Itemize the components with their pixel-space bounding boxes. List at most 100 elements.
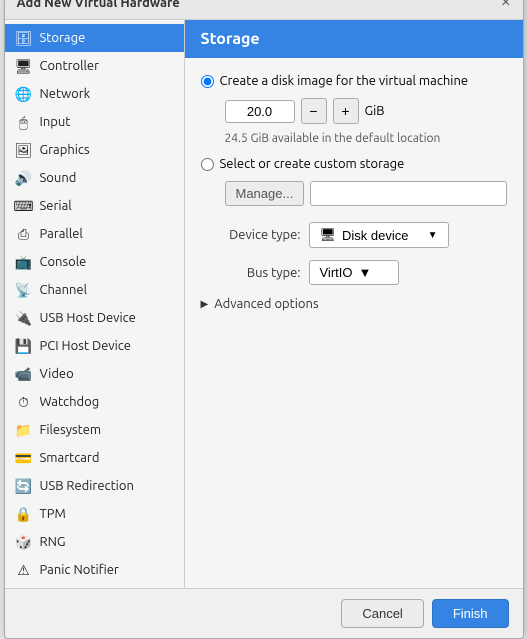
radio-custom-row: Select or create custom storage: [201, 157, 507, 171]
sidebar-item-console[interactable]: 📺 Console: [5, 248, 184, 276]
sidebar-icon-tpm: 🔒: [15, 505, 33, 523]
sidebar: 🗄 Storage 🖥 Controller 🌐 Network 🖱 Input…: [5, 20, 185, 588]
advanced-options-row[interactable]: ▶ Advanced options: [201, 297, 507, 311]
advanced-chevron-icon: ▶: [201, 298, 209, 310]
sidebar-item-controller[interactable]: 🖥 Controller: [5, 52, 184, 80]
device-type-icon: 🖥: [320, 227, 337, 243]
sidebar-item-graphics[interactable]: 🖼 Graphics: [5, 136, 184, 164]
sidebar-icon-serial: ⌨: [15, 197, 33, 215]
sidebar-icon-console: 📺: [15, 253, 33, 271]
sidebar-item-network[interactable]: 🌐 Network: [5, 80, 184, 108]
sidebar-label-sound: Sound: [40, 171, 77, 185]
sidebar-item-watchdog[interactable]: ⏱ Watchdog: [5, 388, 184, 416]
bus-type-row: Bus type: VirtIO ▼: [201, 260, 507, 285]
sidebar-label-parallel: Parallel: [40, 227, 83, 241]
finish-button[interactable]: Finish: [432, 599, 509, 628]
sidebar-icon-parallel: ⎙: [15, 225, 33, 243]
bus-type-label: Bus type:: [201, 266, 301, 280]
manage-path-input[interactable]: [310, 181, 506, 206]
sidebar-item-sound[interactable]: 🔊 Sound: [5, 164, 184, 192]
device-type-arrow-icon: ▼: [428, 230, 438, 241]
sidebar-icon-usb-redir: 🔄: [15, 477, 33, 495]
sidebar-icon-graphics: 🖼: [15, 141, 33, 159]
sidebar-item-video[interactable]: 📹 Video: [5, 360, 184, 388]
radio-disk-image[interactable]: [201, 75, 214, 88]
dialog: Add New Virtual Hardware × 🗄 Storage 🖥 C…: [4, 0, 524, 639]
sidebar-icon-usb-host: 🔌: [15, 309, 33, 327]
sidebar-icon-sound: 🔊: [15, 169, 33, 187]
sidebar-icon-video: 📹: [15, 365, 33, 383]
title-bar: Add New Virtual Hardware ×: [5, 0, 523, 20]
radio-custom-label: Select or create custom storage: [220, 157, 405, 171]
device-type-value: Disk device: [342, 228, 408, 243]
sidebar-label-channel: Channel: [40, 283, 88, 297]
bus-type-select[interactable]: VirtIO ▼: [309, 260, 399, 285]
sidebar-label-network: Network: [40, 87, 91, 101]
sidebar-label-panic: Panic Notifier: [40, 563, 119, 577]
sidebar-item-panic[interactable]: ⚠ Panic Notifier: [5, 556, 184, 584]
sidebar-icon-rng: 🎲: [15, 533, 33, 551]
sidebar-label-controller: Controller: [40, 59, 100, 73]
available-text: 24.5 GiB available in the default locati…: [225, 132, 507, 145]
sidebar-icon-storage: 🗄: [15, 29, 33, 47]
sidebar-label-usb-redir: USB Redirection: [40, 479, 134, 493]
bus-type-arrow-icon: ▼: [359, 265, 372, 280]
sidebar-item-serial[interactable]: ⌨ Serial: [5, 192, 184, 220]
footer: Cancel Finish: [5, 588, 523, 638]
sidebar-label-graphics: Graphics: [40, 143, 90, 157]
disk-unit-label: GiB: [365, 104, 385, 118]
device-type-label: Device type:: [201, 228, 301, 242]
size-plus-button[interactable]: +: [333, 98, 359, 124]
radio-disk-image-row: Create a disk image for the virtual mach…: [201, 74, 507, 88]
manage-row: Manage...: [225, 181, 507, 206]
sidebar-item-usb-host[interactable]: 🔌 USB Host Device: [5, 304, 184, 332]
sidebar-label-serial: Serial: [40, 199, 72, 213]
advanced-label: Advanced options: [214, 297, 318, 311]
sidebar-icon-network: 🌐: [15, 85, 33, 103]
sidebar-label-filesystem: Filesystem: [40, 423, 102, 437]
sidebar-label-console: Console: [40, 255, 87, 269]
sidebar-item-filesystem[interactable]: 📁 Filesystem: [5, 416, 184, 444]
sidebar-label-smartcard: Smartcard: [40, 451, 100, 465]
sidebar-icon-smartcard: 💳: [15, 449, 33, 467]
sidebar-item-usb-redir[interactable]: 🔄 USB Redirection: [5, 472, 184, 500]
dialog-title: Add New Virtual Hardware: [17, 0, 180, 10]
bus-type-value: VirtIO: [320, 265, 353, 280]
sidebar-label-watchdog: Watchdog: [40, 395, 100, 409]
sidebar-label-rng: RNG: [40, 535, 66, 549]
sidebar-label-pci-host: PCI Host Device: [40, 339, 131, 353]
sidebar-icon-input: 🖱: [15, 113, 33, 131]
manage-button[interactable]: Manage...: [225, 181, 305, 206]
sidebar-item-input[interactable]: 🖱 Input: [5, 108, 184, 136]
sidebar-item-smartcard[interactable]: 💳 Smartcard: [5, 444, 184, 472]
sidebar-item-pci-host[interactable]: 💾 PCI Host Device: [5, 332, 184, 360]
panel-body: Create a disk image for the virtual mach…: [185, 58, 523, 588]
device-type-select[interactable]: 🖥 Disk device ▼: [309, 222, 449, 248]
sidebar-icon-controller: 🖥: [15, 57, 33, 75]
sidebar-label-tpm: TPM: [40, 507, 66, 521]
cancel-button[interactable]: Cancel: [341, 599, 423, 628]
sidebar-item-storage[interactable]: 🗄 Storage: [5, 24, 184, 52]
panel-header: Storage: [185, 20, 523, 58]
device-type-row: Device type: 🖥 Disk device ▼: [201, 222, 507, 248]
sidebar-item-channel[interactable]: 📡 Channel: [5, 276, 184, 304]
sidebar-label-input: Input: [40, 115, 71, 129]
sidebar-icon-panic: ⚠: [15, 561, 33, 579]
sidebar-item-parallel[interactable]: ⎙ Parallel: [5, 220, 184, 248]
close-button[interactable]: ×: [501, 0, 510, 11]
disk-size-row: − + GiB: [225, 98, 507, 124]
sidebar-icon-channel: 📡: [15, 281, 33, 299]
sidebar-item-tpm[interactable]: 🔒 TPM: [5, 500, 184, 528]
sidebar-icon-pci-host: 💾: [15, 337, 33, 355]
sidebar-label-usb-host: USB Host Device: [40, 311, 136, 325]
sidebar-item-rng[interactable]: 🎲 RNG: [5, 528, 184, 556]
radio-disk-image-label: Create a disk image for the virtual mach…: [220, 74, 469, 88]
main-panel: Storage Create a disk image for the virt…: [185, 20, 523, 588]
size-minus-button[interactable]: −: [301, 98, 327, 124]
sidebar-label-storage: Storage: [40, 31, 86, 45]
disk-size-input[interactable]: [225, 100, 295, 123]
sidebar-icon-filesystem: 📁: [15, 421, 33, 439]
sidebar-icon-watchdog: ⏱: [15, 393, 33, 411]
radio-custom-storage[interactable]: [201, 158, 214, 171]
content-area: 🗄 Storage 🖥 Controller 🌐 Network 🖱 Input…: [5, 20, 523, 588]
